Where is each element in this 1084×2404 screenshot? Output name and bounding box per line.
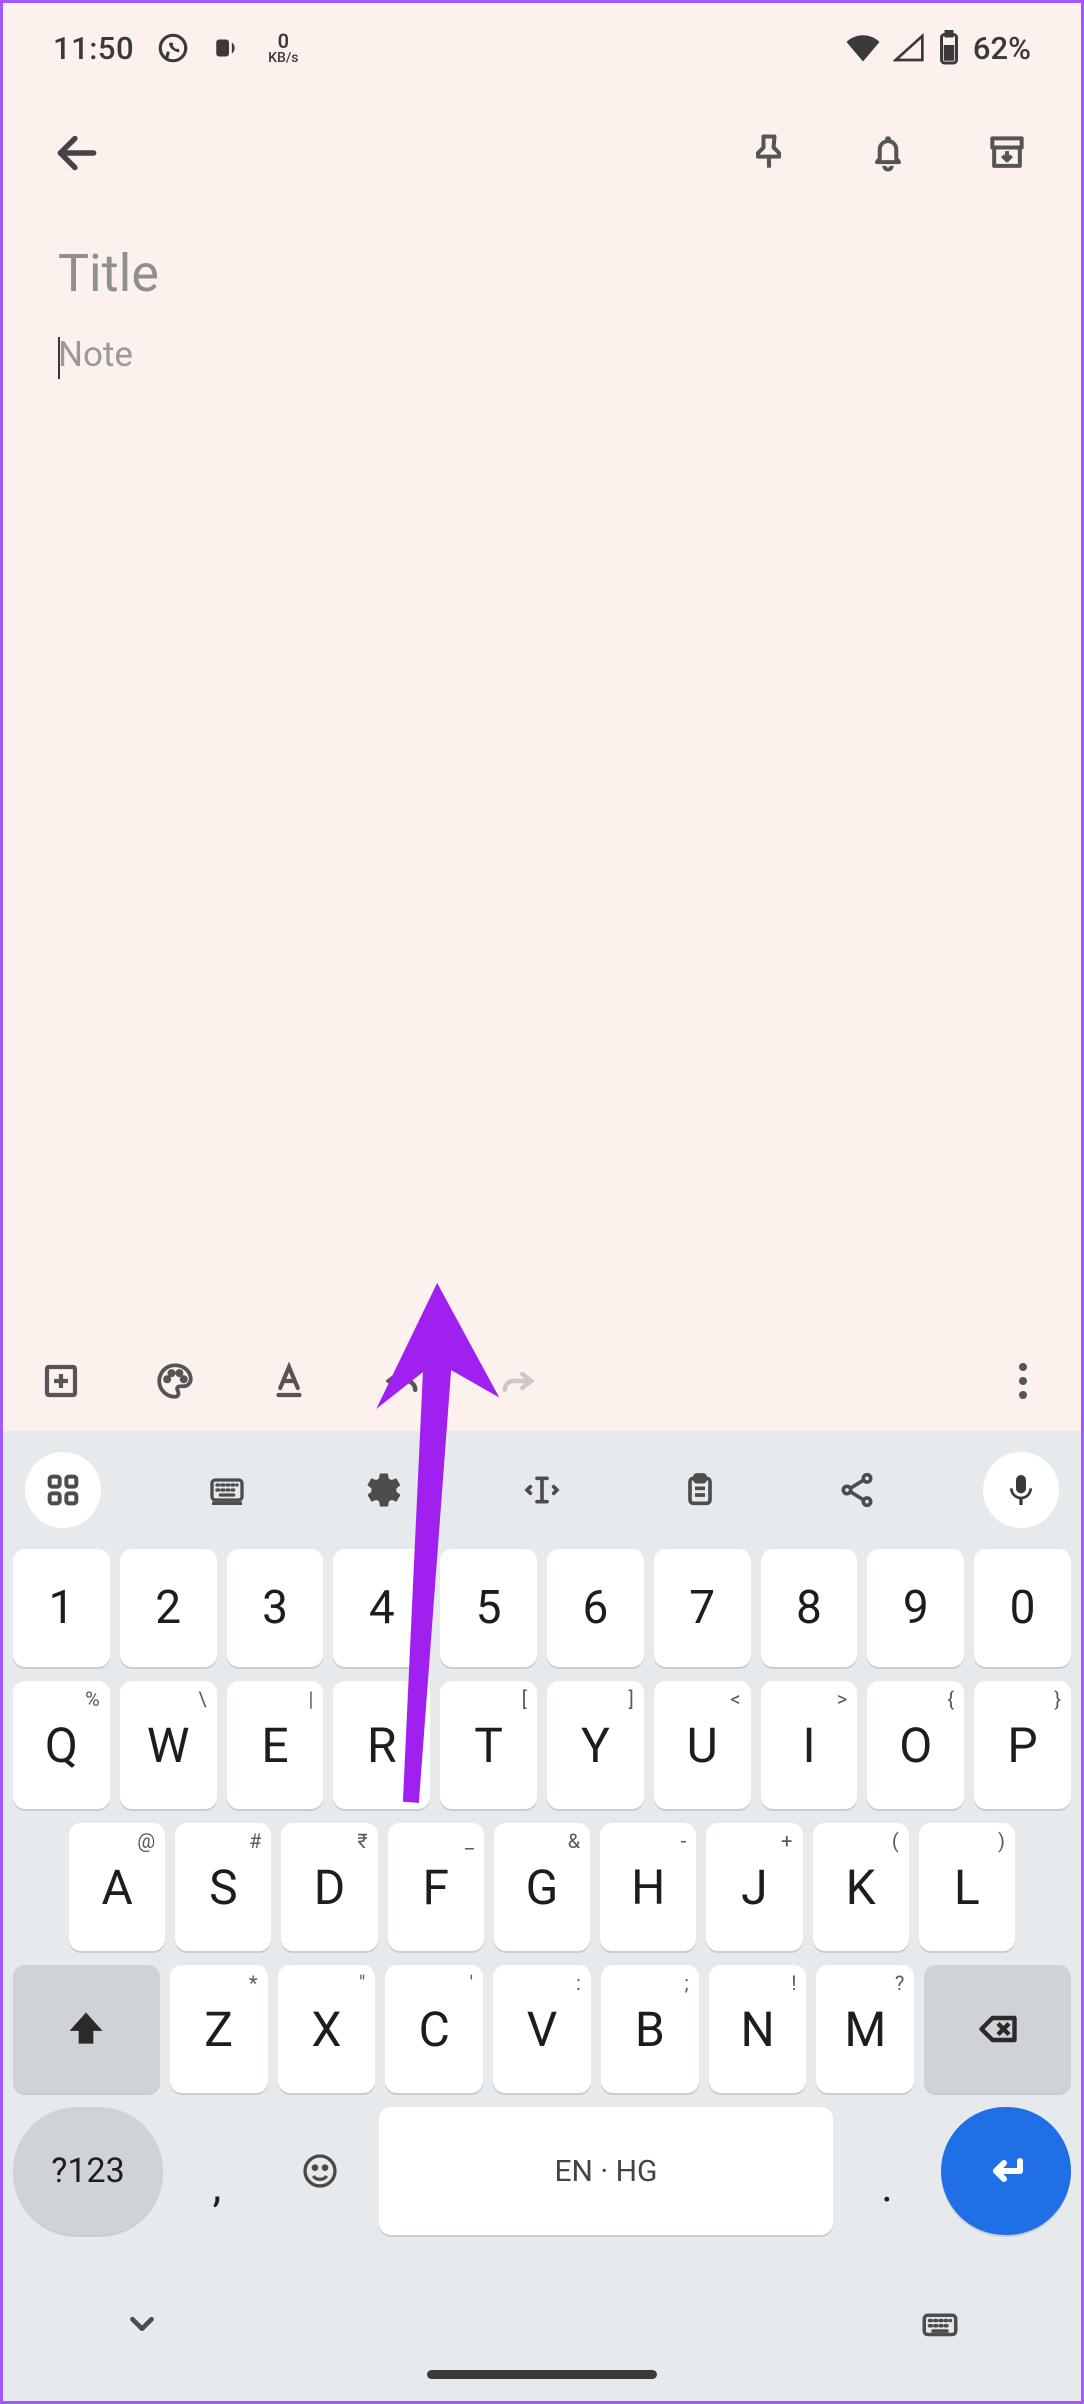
key-p[interactable]: }P: [974, 1681, 1071, 1809]
status-bar: 11:50 0 KB/s 62%: [3, 3, 1081, 93]
key-f[interactable]: _F: [388, 1823, 484, 1951]
ad-badge-icon: [212, 31, 246, 65]
key-d[interactable]: ₹D: [281, 1823, 377, 1951]
key-6[interactable]: 6: [547, 1549, 644, 1667]
data-rate-indicator: 0 KB/s: [268, 31, 298, 65]
key-j[interactable]: +J: [706, 1823, 802, 1951]
key-3[interactable]: 3: [227, 1549, 324, 1667]
text-format-button[interactable]: [261, 1353, 317, 1409]
key-b[interactable]: ;B: [601, 1965, 699, 2093]
key-l[interactable]: )L: [919, 1823, 1015, 1951]
space-key[interactable]: EN · HG: [379, 2107, 833, 2235]
key-a[interactable]: @A: [69, 1823, 165, 1951]
numeric-shift-key[interactable]: ?123: [13, 2107, 163, 2235]
note-editor: [3, 213, 1081, 1331]
battery-icon: [937, 30, 961, 66]
status-clock: 11:50: [53, 30, 134, 67]
key-e[interactable]: |E: [227, 1681, 324, 1809]
key-g[interactable]: &G: [494, 1823, 590, 1951]
keyboard-layout-button[interactable]: [195, 1458, 259, 1522]
key-row-zxcv: *Z "X 'C :V ;B !N ?M: [13, 1965, 1071, 2093]
key-8[interactable]: 8: [761, 1549, 858, 1667]
key-u[interactable]: <U: [654, 1681, 751, 1809]
clipboard-button[interactable]: [668, 1458, 732, 1522]
palette-button[interactable]: [147, 1353, 203, 1409]
text-select-button[interactable]: [510, 1458, 574, 1522]
key-9[interactable]: 9: [867, 1549, 964, 1667]
note-bottom-toolbar: [3, 1331, 1081, 1431]
key-row-asdf: @A #S ₹D _F &G -H +J (K )L: [13, 1823, 1071, 1951]
key-7[interactable]: 7: [654, 1549, 751, 1667]
shift-key[interactable]: [13, 1965, 160, 2093]
more-options-button[interactable]: [995, 1353, 1051, 1409]
key-o[interactable]: {O: [867, 1681, 964, 1809]
keyboard-settings-button[interactable]: [352, 1458, 416, 1522]
key-i[interactable]: >I: [761, 1681, 858, 1809]
key-v[interactable]: :V: [493, 1965, 591, 2093]
key-1[interactable]: 1: [13, 1549, 110, 1667]
key-row-numbers: 1 2 3 4 5 6 7 8 9 0: [13, 1549, 1071, 1667]
key-h[interactable]: -H: [600, 1823, 696, 1951]
keyboard-switch-button[interactable]: [919, 2303, 961, 2349]
title-input[interactable]: [58, 243, 1026, 304]
on-screen-keyboard: 1 2 3 4 5 6 7 8 9 0 %Q \W |E =R [T ]Y <U…: [3, 1431, 1081, 2401]
key-s[interactable]: #S: [175, 1823, 271, 1951]
note-body-input[interactable]: [58, 334, 1026, 1331]
status-right: 62%: [845, 30, 1031, 67]
comma-key[interactable]: ,: [173, 2107, 261, 2235]
key-t[interactable]: [T: [440, 1681, 537, 1809]
keyboard-toolbar: [3, 1431, 1081, 1549]
share-button[interactable]: [825, 1458, 889, 1522]
key-r[interactable]: =R: [333, 1681, 430, 1809]
reminder-button[interactable]: [858, 123, 918, 183]
key-k[interactable]: (K: [813, 1823, 909, 1951]
undo-button[interactable]: [375, 1353, 431, 1409]
add-box-button[interactable]: [33, 1353, 89, 1409]
text-cursor: [58, 337, 60, 379]
backspace-key[interactable]: [924, 1965, 1071, 2093]
redo-button[interactable]: [489, 1353, 545, 1409]
key-x[interactable]: "X: [278, 1965, 376, 2093]
pin-button[interactable]: [739, 123, 799, 183]
data-rate-value: 0: [278, 31, 289, 51]
wifi-icon: [845, 33, 881, 63]
voice-input-button[interactable]: [983, 1452, 1059, 1528]
enter-key[interactable]: [941, 2107, 1071, 2235]
key-m[interactable]: ?M: [816, 1965, 914, 2093]
back-button[interactable]: [47, 123, 107, 183]
app-bar: [3, 93, 1081, 213]
data-rate-unit: KB/s: [268, 51, 298, 65]
keyboard-apps-button[interactable]: [25, 1452, 101, 1528]
key-q[interactable]: %Q: [13, 1681, 110, 1809]
status-left: 11:50 0 KB/s: [53, 30, 299, 67]
key-c[interactable]: 'C: [385, 1965, 483, 2093]
key-row-qwerty: %Q \W |E =R [T ]Y <U >I {O }P: [13, 1681, 1071, 1809]
key-z[interactable]: *Z: [170, 1965, 268, 2093]
period-key[interactable]: .: [843, 2107, 931, 2235]
gesture-nav-pill[interactable]: [427, 2370, 657, 2379]
keyboard-hide-button[interactable]: [123, 2305, 161, 2347]
battery-percent: 62%: [973, 30, 1031, 67]
system-nav-bar: [3, 2271, 1081, 2401]
key-0[interactable]: 0: [974, 1549, 1071, 1667]
more-vert-icon: [1019, 1363, 1027, 1399]
key-2[interactable]: 2: [120, 1549, 217, 1667]
key-5[interactable]: 5: [440, 1549, 537, 1667]
archive-button[interactable]: [977, 123, 1037, 183]
key-y[interactable]: ]Y: [547, 1681, 644, 1809]
signal-icon: [893, 33, 925, 63]
key-4[interactable]: 4: [333, 1549, 430, 1667]
key-row-bottom: ?123 , EN · HG .: [13, 2107, 1071, 2235]
screenshot-frame: 11:50 0 KB/s 62%: [0, 0, 1084, 2404]
key-n[interactable]: !N: [709, 1965, 807, 2093]
key-w[interactable]: \W: [120, 1681, 217, 1809]
emoji-key[interactable]: [271, 2107, 369, 2235]
whatsapp-icon: [156, 31, 190, 65]
